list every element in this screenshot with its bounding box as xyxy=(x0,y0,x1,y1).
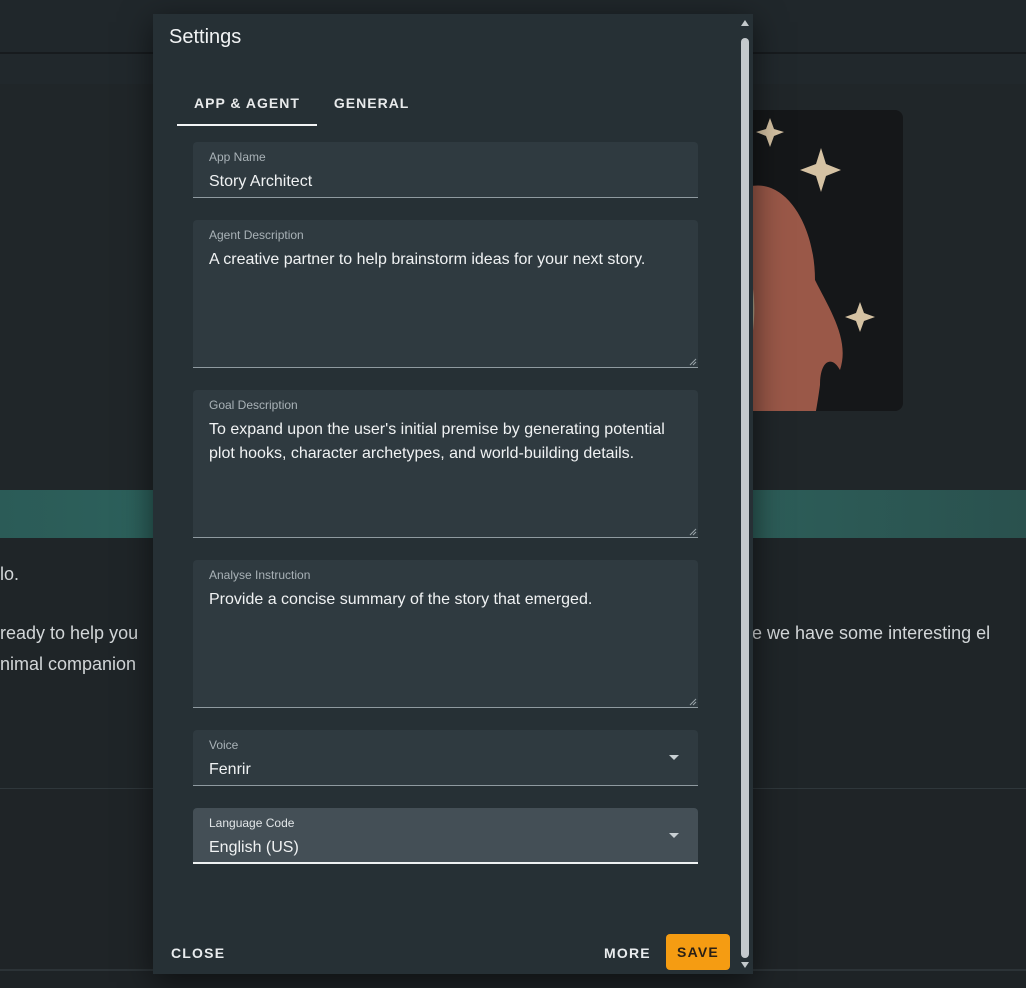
tab-app-agent[interactable]: APP & AGENT xyxy=(177,84,317,126)
resize-handle-icon[interactable] xyxy=(689,698,697,706)
field-label: Analyse Instruction xyxy=(209,568,311,582)
chat-text-line: nimal companion xyxy=(0,654,137,674)
language-code-selected-value: English (US) xyxy=(209,839,299,856)
settings-tabs: APP & AGENT GENERAL xyxy=(177,84,426,126)
language-code-select[interactable]: Language Code English (US) xyxy=(193,808,698,864)
sparkle-icon xyxy=(845,302,875,332)
chevron-down-icon[interactable] xyxy=(669,755,679,760)
app-name-field[interactable]: App Name Story Architect xyxy=(193,142,698,198)
chat-text-line: ready to help you xyxy=(0,623,139,643)
close-button[interactable]: CLOSE xyxy=(171,945,225,961)
resize-handle-icon[interactable] xyxy=(689,528,697,536)
analyse-instruction-textarea[interactable]: Provide a concise summary of the story t… xyxy=(209,588,680,612)
analyse-instruction-field[interactable]: Analyse Instruction Provide a concise su… xyxy=(193,560,698,708)
goal-description-field[interactable]: Goal Description To expand upon the user… xyxy=(193,390,698,538)
chat-text-line: lo. xyxy=(0,564,20,584)
scrollbar-thumb[interactable] xyxy=(741,38,749,958)
dialog-title: Settings xyxy=(169,26,242,48)
agent-description-field[interactable]: Agent Description A creative partner to … xyxy=(193,220,698,368)
chat-text-line: e we have some interesting el xyxy=(752,623,991,643)
resize-handle-icon[interactable] xyxy=(689,358,697,366)
field-label: Language Code xyxy=(209,816,295,830)
save-button[interactable]: SAVE xyxy=(666,934,730,970)
more-button[interactable]: MORE xyxy=(604,945,651,961)
sparkle-icon xyxy=(800,148,841,192)
settings-dialog: Settings APP & AGENT GENERAL App Name St… xyxy=(153,14,753,974)
dialog-scrollbar[interactable] xyxy=(738,14,753,974)
voice-selected-value: Fenrir xyxy=(209,761,251,778)
sparkle-icon xyxy=(756,118,784,147)
hair-shape xyxy=(740,185,843,411)
scroll-up-arrow-icon[interactable] xyxy=(741,20,749,26)
voice-select[interactable]: Voice Fenrir xyxy=(193,730,698,786)
field-label: Goal Description xyxy=(209,398,298,412)
chevron-down-icon[interactable] xyxy=(669,833,679,838)
goal-description-textarea[interactable]: To expand upon the user's initial premis… xyxy=(209,418,680,466)
agent-description-textarea[interactable]: A creative partner to help brainstorm id… xyxy=(209,248,680,272)
field-label: Agent Description xyxy=(209,228,304,242)
tab-general[interactable]: GENERAL xyxy=(317,84,426,126)
field-label: Voice xyxy=(209,738,239,752)
app-name-input[interactable]: Story Architect xyxy=(209,170,680,194)
field-label: App Name xyxy=(209,150,266,164)
scroll-down-arrow-icon[interactable] xyxy=(741,962,749,968)
